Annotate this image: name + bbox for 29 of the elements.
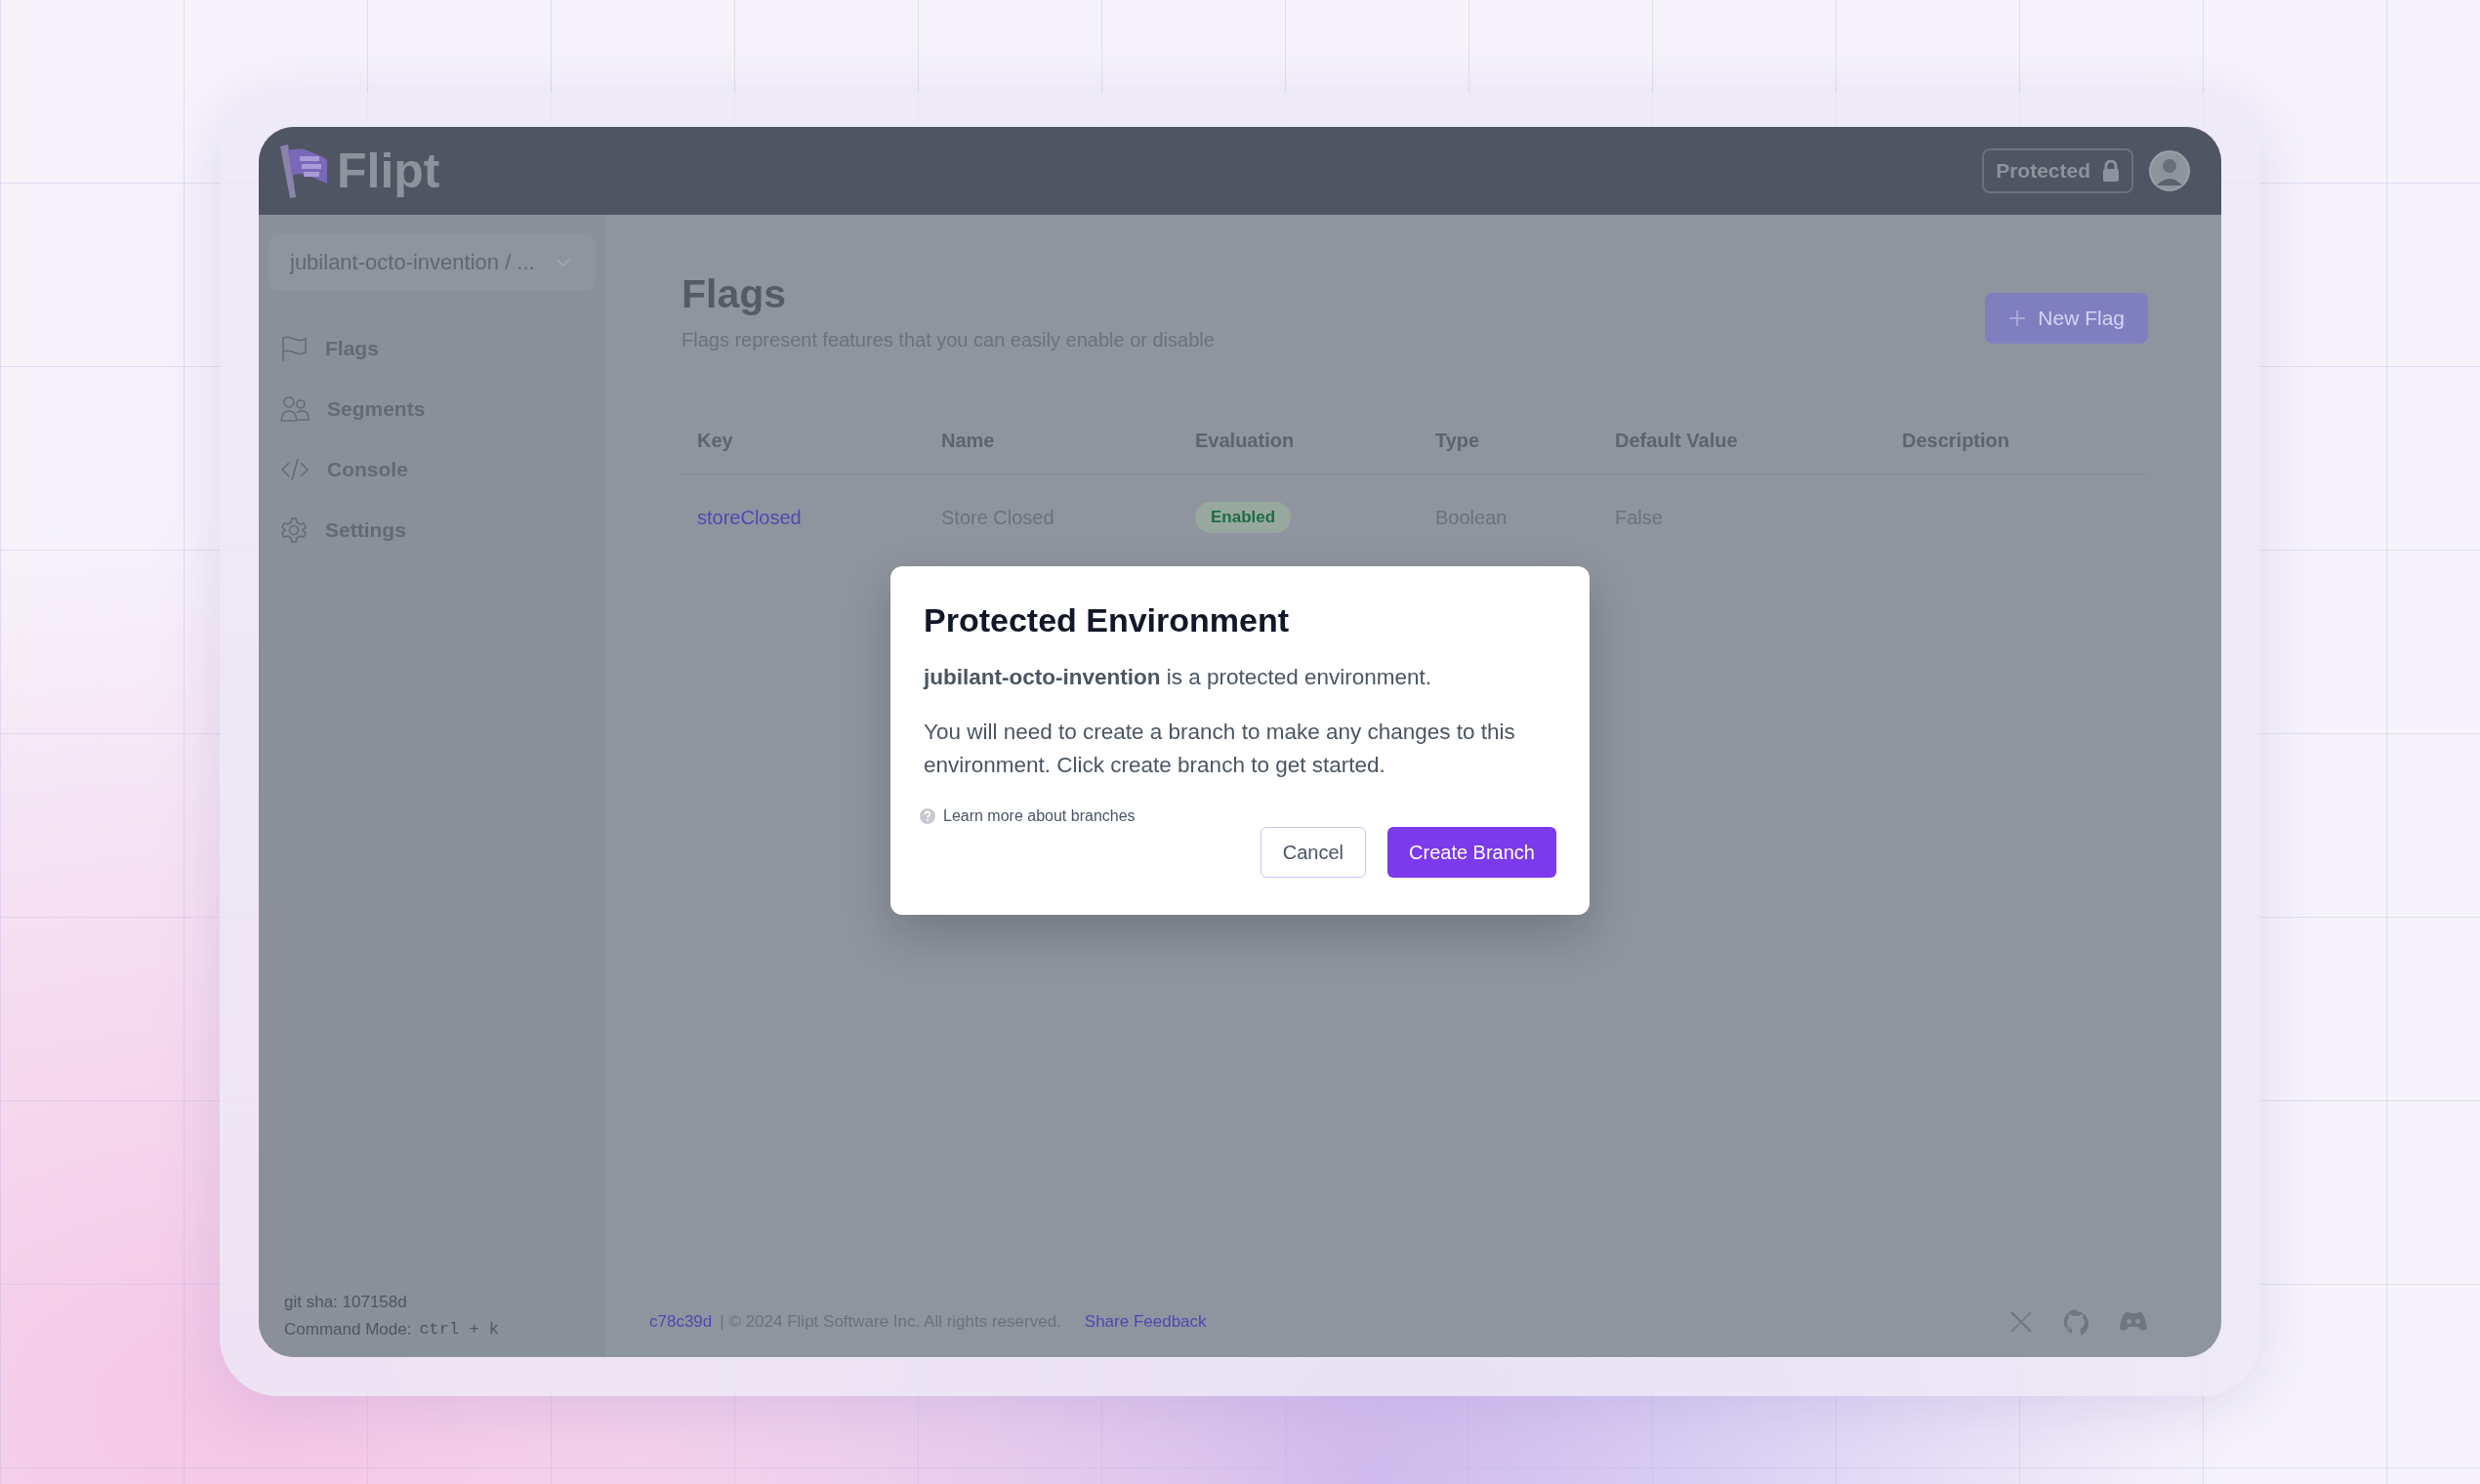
status-badge: Enabled (1195, 502, 1292, 533)
logo-icon (278, 143, 329, 199)
users-icon (280, 395, 310, 423)
protected-button[interactable]: Protected (1982, 148, 2133, 193)
git-sha: git sha: 107158d (284, 1293, 408, 1312)
lock-icon (2102, 160, 2120, 182)
settings-icon (280, 516, 308, 544)
octocat-icon[interactable] (2062, 1308, 2089, 1336)
question-icon (920, 808, 935, 824)
commit-link[interactable]: c78c39d (649, 1312, 713, 1332)
dialog-title: Protected Environment (924, 601, 1291, 639)
page-title: Flags (682, 271, 788, 317)
create-branch-button[interactable]: Create Branch (1387, 827, 1556, 878)
feedback-link[interactable]: Share Feedback (1084, 1312, 1207, 1332)
game-controller-icon[interactable] (2119, 1311, 2148, 1333)
dialog-message: jubilant-octo-invention is a protected environment. (924, 664, 1433, 691)
flag-icon (280, 335, 308, 362)
new-flag-button[interactable]: New Flag (1985, 293, 2148, 344)
command-mode-label: Command Mode: (284, 1320, 412, 1340)
help-link[interactable]: Learn more about branches (920, 807, 1136, 825)
dialog-body: You will need to create a branch to make any changes to this environment. Click create branch to get started. (924, 719, 1516, 779)
plus-icon (2008, 309, 2027, 327)
app-name: Flipt (337, 143, 440, 199)
avatar-icon[interactable] (2149, 150, 2190, 191)
cancel-button[interactable]: Cancel (1260, 827, 1367, 878)
code-icon (280, 456, 310, 483)
flag-key-link[interactable]: storeClosed (697, 506, 802, 528)
shortcut-text: ctrl + k (419, 1320, 499, 1340)
x-logo-icon[interactable] (2009, 1310, 2033, 1334)
